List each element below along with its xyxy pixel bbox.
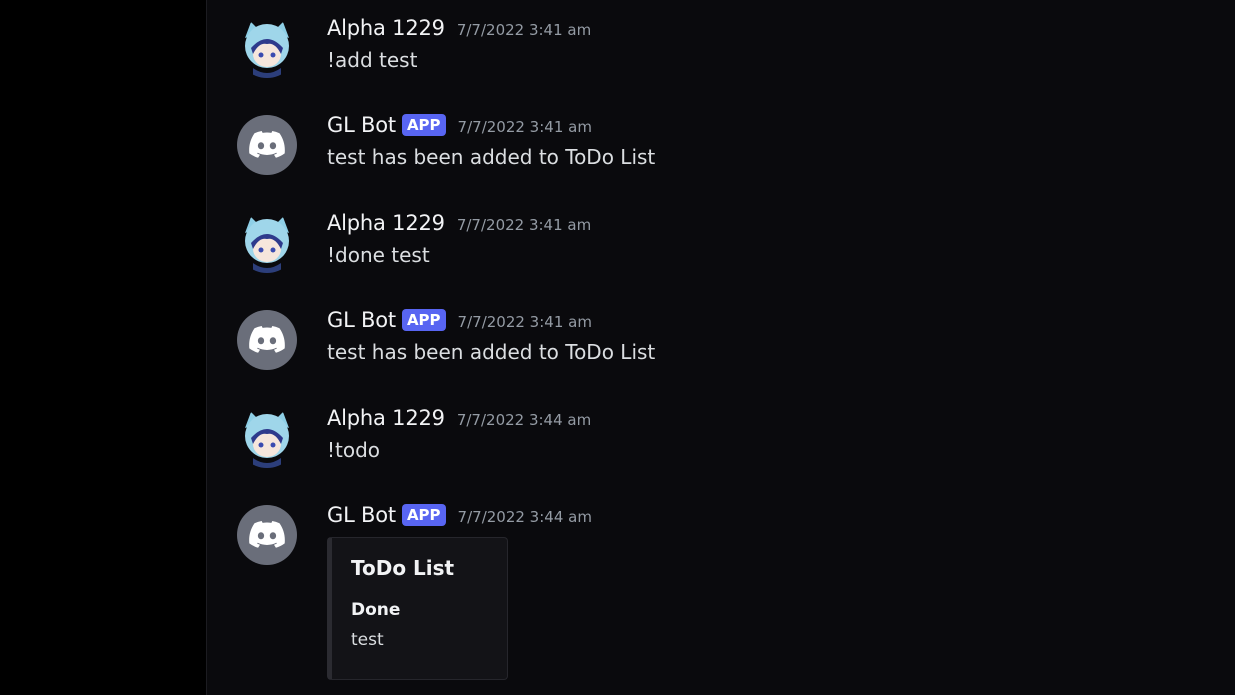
- discord-logo-icon[interactable]: [237, 310, 297, 370]
- message-timestamp: 7/7/2022 3:44 am: [457, 508, 592, 526]
- message-content: test has been added to ToDo List: [327, 145, 656, 169]
- chat-messages-panel: Alpha 1229 7/7/2022 3:41 am !add test GL…: [206, 0, 1235, 695]
- message-content: !done test: [327, 243, 430, 267]
- message-timestamp: 7/7/2022 3:41 am: [457, 118, 592, 136]
- author-name[interactable]: Alpha 1229: [327, 211, 445, 235]
- message-timestamp: 7/7/2022 3:41 am: [456, 216, 592, 234]
- message-item: GL Bot APP 7/7/2022 3:41 am test has bee…: [207, 308, 1235, 400]
- discord-logo-icon[interactable]: [237, 115, 297, 175]
- user-avatar-icon[interactable]: [237, 18, 297, 78]
- message-item: Alpha 1229 7/7/2022 3:44 am !todo: [207, 406, 1235, 498]
- message-item: GL Bot APP 7/7/2022 3:41 am test has bee…: [207, 113, 1235, 205]
- author-name[interactable]: Alpha 1229: [327, 16, 445, 40]
- message-timestamp: 7/7/2022 3:44 am: [456, 411, 592, 429]
- message-timestamp: 7/7/2022 3:41 am: [457, 313, 592, 331]
- message-item: Alpha 1229 7/7/2022 3:41 am !done test: [207, 211, 1235, 303]
- embed-field-value: test: [351, 630, 384, 650]
- app-badge: APP: [401, 504, 446, 526]
- app-badge: APP: [401, 309, 446, 331]
- author-name[interactable]: GL Bot: [327, 503, 396, 527]
- author-name[interactable]: GL Bot: [327, 308, 396, 332]
- author-name[interactable]: GL Bot: [327, 113, 396, 137]
- message-content: test has been added to ToDo List: [327, 340, 656, 364]
- todo-embed: ToDo List Done test: [327, 537, 508, 680]
- user-avatar-icon[interactable]: [237, 408, 297, 468]
- message-item: Alpha 1229 7/7/2022 3:41 am !add test: [207, 16, 1235, 108]
- app-badge: APP: [401, 114, 446, 136]
- user-avatar-icon[interactable]: [237, 213, 297, 273]
- message-content: !todo: [327, 438, 381, 462]
- message-item: GL Bot APP 7/7/2022 3:44 am ToDo List Do…: [207, 503, 1235, 685]
- discord-logo-icon[interactable]: [237, 505, 297, 565]
- embed-title: ToDo List: [351, 556, 455, 580]
- author-name[interactable]: Alpha 1229: [327, 406, 445, 430]
- embed-field-name: Done: [351, 600, 401, 620]
- message-timestamp: 7/7/2022 3:41 am: [456, 21, 592, 39]
- message-content: !add test: [327, 48, 418, 72]
